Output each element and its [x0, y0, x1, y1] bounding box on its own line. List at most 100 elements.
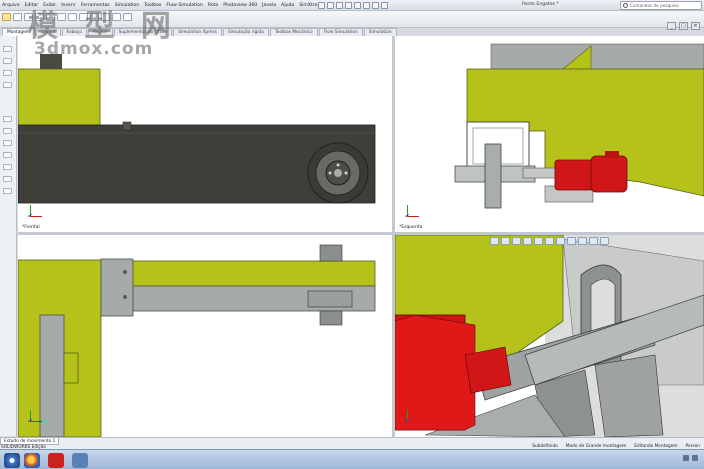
menu-item[interactable]: Toolbox: [144, 3, 161, 8]
top-view-model: [18, 244, 376, 437]
menu-item[interactable]: Inserir: [61, 3, 76, 8]
command-tab[interactable]: Simulação rígida: [223, 28, 269, 36]
menu-item[interactable]: Flow Simulation: [166, 3, 202, 8]
volume-icon[interactable]: [692, 455, 698, 461]
tree-node-icon[interactable]: [3, 58, 12, 64]
start-button-icon[interactable]: [4, 453, 20, 468]
smart-fasteners-icon[interactable]: [35, 13, 44, 21]
quick-access-toolbar: [318, 1, 388, 10]
tree-node-icon[interactable]: [3, 46, 12, 52]
command-tab[interactable]: Simulation: [363, 28, 397, 36]
show-hidden-icon[interactable]: [57, 13, 66, 21]
search-input[interactable]: Comandos de pesquisa: [630, 3, 679, 8]
tree-node-icon[interactable]: [3, 164, 12, 170]
tree-node-icon[interactable]: [3, 152, 12, 158]
assembly-features-icon[interactable]: [68, 13, 77, 21]
axis-triad: [28, 410, 42, 424]
command-tab[interactable]: Avaliar: [87, 28, 113, 36]
tree-node-icon[interactable]: [3, 70, 12, 76]
command-tab[interactable]: Toolbox Mecânico: [269, 28, 318, 36]
move-component-icon[interactable]: [46, 13, 55, 21]
rebuild-icon[interactable]: [372, 2, 379, 9]
tree-node-icon[interactable]: [3, 82, 12, 88]
hide-show-icon[interactable]: [556, 237, 565, 245]
tree-node-icon[interactable]: [3, 140, 12, 146]
command-icons: [2, 13, 132, 21]
command-tab[interactable]: Montagem: [2, 28, 35, 36]
viewport-left[interactable]: *Esquerda: [395, 36, 704, 232]
viewport-isometric[interactable]: [395, 235, 704, 437]
exploded-view-icon[interactable]: [112, 13, 121, 21]
tree-node-icon[interactable]: [3, 188, 12, 194]
tree-node-icon[interactable]: [3, 128, 12, 134]
viewport-front[interactable]: *Frontal: [18, 36, 392, 232]
save-icon[interactable]: [336, 2, 343, 9]
tree-node-icon[interactable]: [3, 116, 12, 122]
search-icon[interactable]: [623, 3, 628, 8]
menu-item[interactable]: Janela: [262, 3, 276, 8]
search-box[interactable]: Comandos de pesquisa: [620, 1, 702, 10]
new-document-icon[interactable]: [318, 2, 325, 9]
menu-item[interactable]: Arquivo: [2, 3, 20, 8]
menu-bar: Arquivo Editar Exibir Inserir Ferramentas Sim…: [0, 0, 704, 11]
zoom-to-fit-icon[interactable]: [490, 237, 499, 245]
tree-node-icon[interactable]: [3, 176, 12, 182]
command-tab[interactable]: Suplementos do Office: [113, 28, 173, 36]
menu-item[interactable]: Rota: [208, 3, 218, 8]
display-pane-icon[interactable]: [600, 237, 609, 245]
undo-icon[interactable]: [354, 2, 361, 9]
command-tab[interactable]: Flow Simulation: [318, 28, 363, 36]
viewport-label: *Esquerda: [399, 225, 423, 230]
motion-study-tab[interactable]: Estudo de movimento 1: [0, 438, 60, 445]
view-orientation-icon[interactable]: [534, 237, 543, 245]
viewport-top[interactable]: [18, 235, 392, 437]
menu-item[interactable]: Simulation: [115, 3, 139, 8]
menu-item[interactable]: Photoview 360: [223, 3, 257, 8]
solidworks-icon[interactable]: [48, 453, 64, 468]
print-icon[interactable]: [345, 2, 352, 9]
options-icon[interactable]: [381, 2, 388, 9]
firefox-icon[interactable]: [24, 453, 40, 468]
document-title: Ponte Engates *: [522, 2, 559, 7]
restore-icon[interactable]: □: [679, 22, 688, 30]
command-tab[interactable]: Simulation Xpress: [173, 28, 222, 36]
instant3d-icon[interactable]: [123, 13, 132, 21]
select-icon[interactable]: [363, 2, 370, 9]
left-view-model: [454, 43, 704, 209]
heads-up-toolbar: [490, 236, 609, 246]
insert-component-icon[interactable]: [2, 13, 11, 21]
menu-item[interactable]: Ajuda: [281, 3, 294, 8]
zoom-area-icon[interactable]: [501, 237, 510, 245]
new-motion-study-icon[interactable]: [90, 13, 99, 21]
section-view-icon[interactable]: [523, 237, 532, 245]
explorer-icon[interactable]: [72, 453, 88, 468]
display-style-icon[interactable]: [545, 237, 554, 245]
viewport-splitter-horizontal[interactable]: [18, 232, 704, 235]
menu-item[interactable]: Ferramentas: [81, 3, 110, 8]
open-icon[interactable]: [327, 2, 334, 9]
linear-pattern-icon[interactable]: [24, 13, 33, 21]
bill-of-materials-icon[interactable]: [101, 13, 110, 21]
mate-icon[interactable]: [13, 13, 22, 21]
network-icon[interactable]: [683, 455, 689, 461]
viewport-label: *Frontal: [22, 225, 40, 230]
previous-view-icon[interactable]: [512, 237, 521, 245]
viewport-splitter-vertical[interactable]: [392, 36, 395, 437]
command-tab[interactable]: Esboço: [61, 28, 87, 36]
scene-icon[interactable]: [578, 237, 587, 245]
system-tray: [683, 455, 698, 461]
windows-taskbar: [0, 449, 704, 469]
reference-geometry-icon[interactable]: [79, 13, 88, 21]
minimize-icon[interactable]: _: [667, 22, 676, 30]
appearance-icon[interactable]: [567, 237, 576, 245]
iso-view-model: [395, 235, 704, 437]
menu-item[interactable]: Exibir: [43, 3, 56, 8]
close-icon[interactable]: ×: [691, 22, 700, 30]
command-tab[interactable]: Layout: [35, 28, 61, 36]
solidworks-window: Arquivo Editar Exibir Inserir Ferramentas Sim…: [0, 0, 704, 469]
front-view-model: [18, 54, 376, 204]
view-settings-icon[interactable]: [589, 237, 598, 245]
menu-item[interactable]: Editar: [25, 3, 39, 8]
window-controls: _ □ ×: [667, 22, 700, 31]
menu-items: Arquivo Editar Exibir Inserir Ferramentas Sim…: [2, 0, 320, 11]
